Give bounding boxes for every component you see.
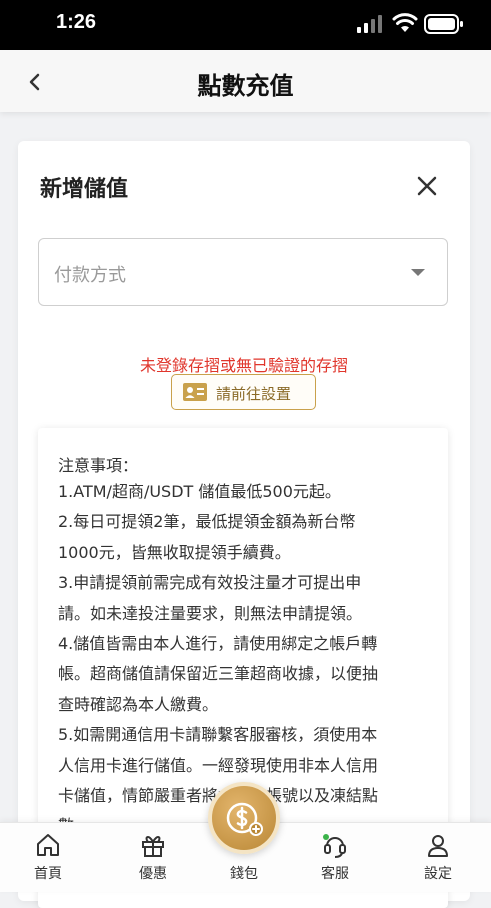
id-card-icon xyxy=(183,383,207,401)
notice-line: 3.申請提領前需完成有效投注量才可提出申 xyxy=(58,573,362,593)
app-header: 點數充值 xyxy=(0,50,491,112)
tab-promotions[interactable]: 優惠 xyxy=(113,823,193,892)
payment-method-select[interactable]: 付款方式 xyxy=(38,238,448,306)
status-bar: 1:26 xyxy=(0,0,491,50)
notice-line: 人信用卡進行儲值。一經發現使用非本人信用 xyxy=(58,755,379,775)
wallet-coin-icon xyxy=(226,802,263,836)
notice-line: 帳。超商儲值請保留近三筆超商收據，以便抽 xyxy=(58,664,379,684)
tab-promotions-label: 優惠 xyxy=(139,866,167,882)
passbook-warning: 未登錄存摺或無已驗證的存摺 xyxy=(139,356,348,375)
wallet-button[interactable] xyxy=(208,782,280,854)
status-time: 1:26 xyxy=(56,11,97,33)
user-icon xyxy=(428,835,448,857)
close-icon[interactable] xyxy=(412,171,442,201)
notice-line: 1.ATM/超商/USDT 儲值最低500元起。 xyxy=(58,482,341,501)
tab-home[interactable]: 首頁 xyxy=(8,823,88,892)
headset-icon xyxy=(323,834,346,858)
notice-line: 1000元，皆無收取提領手續費。 xyxy=(58,542,291,562)
tab-settings[interactable]: 設定 xyxy=(398,823,478,892)
card-title: 新增儲值 xyxy=(40,177,129,202)
notice-line: 5.如需開通信用卡請聯繫客服審核，須使用本 xyxy=(58,725,378,745)
notice-line: 2.每日可提領2筆，最低提領金額為新台幣 xyxy=(58,512,356,532)
payment-method-placeholder: 付款方式 xyxy=(54,265,126,286)
gift-icon xyxy=(142,836,164,857)
notice-line: 4.儲值皆需由本人進行，請使用綁定之帳戶轉 xyxy=(58,633,378,653)
tab-customer-service[interactable]: 客服 xyxy=(295,823,375,892)
caret-down-icon xyxy=(411,269,425,276)
notice-line: 查時確認為本人繳費。 xyxy=(58,694,219,714)
page-title: 點數充值 xyxy=(197,72,294,100)
tab-wallet-label: 錢包 xyxy=(230,866,258,882)
notice-line: 請。如未達投注量要求，則無法申請提領。 xyxy=(58,603,363,623)
wifi-icon xyxy=(392,13,418,32)
go-setup-button[interactable]: 請前往設置 xyxy=(171,374,316,410)
notice-title: 注意事項： xyxy=(58,456,139,475)
go-setup-label: 請前往設置 xyxy=(216,385,292,403)
tab-home-label: 首頁 xyxy=(34,866,62,882)
home-icon xyxy=(37,834,59,856)
tab-customer-service-label: 客服 xyxy=(321,866,349,882)
battery-icon xyxy=(424,14,463,34)
tab-settings-label: 設定 xyxy=(424,866,452,882)
signal-icon xyxy=(357,15,382,33)
